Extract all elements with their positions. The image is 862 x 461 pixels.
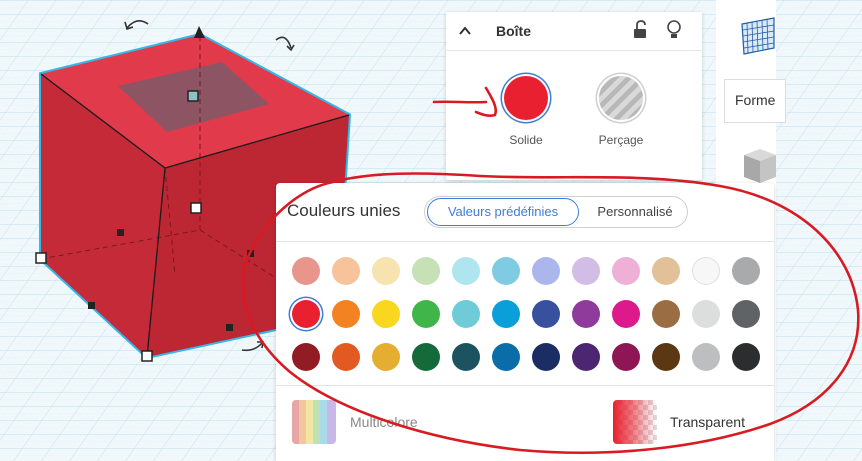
color-swatch[interactable] xyxy=(292,343,320,371)
color-swatch[interactable] xyxy=(532,300,560,328)
multicolor-label[interactable]: Multicolore xyxy=(350,414,418,430)
transparent-label[interactable]: Transparent xyxy=(670,414,745,430)
shape-panel-title: Boîte xyxy=(496,23,531,39)
color-swatch[interactable] xyxy=(292,300,320,328)
color-swatch[interactable] xyxy=(292,257,320,285)
divider xyxy=(276,385,774,386)
color-swatch[interactable] xyxy=(692,300,720,328)
shape-inspector-panel: Boîte Solide Perçage xyxy=(446,12,702,180)
color-swatch[interactable] xyxy=(612,257,640,285)
color-swatch[interactable] xyxy=(612,300,640,328)
color-swatch[interactable] xyxy=(372,343,400,371)
color-swatch[interactable] xyxy=(652,343,680,371)
color-swatch[interactable] xyxy=(572,257,600,285)
corner-handle[interactable] xyxy=(190,202,202,214)
color-swatch[interactable] xyxy=(412,300,440,328)
color-swatch[interactable] xyxy=(492,257,520,285)
color-swatch[interactable] xyxy=(652,300,680,328)
color-swatch[interactable] xyxy=(492,343,520,371)
edge-handle[interactable] xyxy=(117,229,124,236)
solid-label: Solide xyxy=(509,133,543,147)
color-swatch[interactable] xyxy=(372,300,400,328)
color-swatch[interactable] xyxy=(532,257,560,285)
color-picker-popover: Couleurs unies Valeurs prédéfinies Perso… xyxy=(276,183,774,461)
color-swatch[interactable] xyxy=(652,257,680,285)
edge-handle[interactable] xyxy=(226,324,233,331)
hole-label: Perçage xyxy=(598,133,644,147)
tab-preset-values[interactable]: Valeurs prédéfinies xyxy=(427,198,579,226)
color-swatch[interactable] xyxy=(452,343,480,371)
color-swatch[interactable] xyxy=(492,300,520,328)
color-swatch[interactable] xyxy=(732,257,760,285)
corner-handle[interactable] xyxy=(141,350,153,362)
color-swatch[interactable] xyxy=(532,343,560,371)
edge-handle[interactable] xyxy=(247,250,254,257)
color-swatch[interactable] xyxy=(372,257,400,285)
color-swatch[interactable] xyxy=(332,300,360,328)
color-picker-title: Couleurs unies xyxy=(287,201,401,220)
color-swatch[interactable] xyxy=(572,343,600,371)
color-swatch[interactable] xyxy=(332,257,360,285)
corner-handle[interactable] xyxy=(35,252,47,264)
shapes-library-label: Forme xyxy=(735,92,776,108)
unlocked-padlock-icon[interactable] xyxy=(632,20,648,40)
workplane-grid-icon[interactable] xyxy=(738,14,778,58)
color-swatch[interactable] xyxy=(732,300,760,328)
box-shape-thumbnail[interactable] xyxy=(736,143,776,183)
color-swatch[interactable] xyxy=(692,257,720,285)
shapes-library-dropdown[interactable]: Forme xyxy=(724,79,786,123)
color-swatch[interactable] xyxy=(692,343,720,371)
color-swatch[interactable] xyxy=(412,343,440,371)
chevron-up-icon[interactable] xyxy=(458,24,472,38)
color-swatch[interactable] xyxy=(332,343,360,371)
divider xyxy=(276,241,774,242)
color-swatch[interactable] xyxy=(612,343,640,371)
solid-color-swatch[interactable] xyxy=(504,76,548,120)
tab-custom[interactable]: Personnalisé xyxy=(583,198,687,226)
transparent-icon[interactable] xyxy=(613,400,657,444)
multicolor-icon[interactable] xyxy=(292,400,336,444)
lightbulb-icon[interactable] xyxy=(666,19,682,41)
hole-swatch[interactable] xyxy=(599,76,643,120)
color-swatch[interactable] xyxy=(452,257,480,285)
edge-handle[interactable] xyxy=(88,302,95,309)
height-handle[interactable] xyxy=(187,90,199,102)
shape-panel-header: Boîte xyxy=(446,12,702,51)
color-swatch[interactable] xyxy=(572,300,600,328)
color-swatch[interactable] xyxy=(412,257,440,285)
color-swatch[interactable] xyxy=(732,343,760,371)
color-swatch[interactable] xyxy=(452,300,480,328)
color-mode-tabs: Valeurs prédéfinies Personnalisé xyxy=(424,196,688,228)
